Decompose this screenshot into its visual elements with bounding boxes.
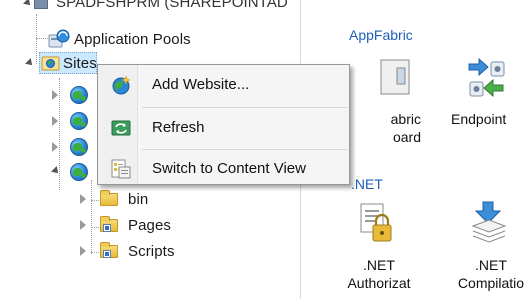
feature-label[interactable]: abric oard [357, 110, 421, 146]
website-icon [70, 86, 88, 104]
application-folder-icon [100, 216, 118, 232]
tree-item-sites[interactable]: Sites [24, 52, 102, 74]
appfabric-dashboard-icon [380, 59, 410, 95]
net-compilation-icon [471, 201, 507, 243]
tree-item-application-pools[interactable]: Application Pools [48, 28, 191, 50]
menu-item-refresh[interactable]: Refresh [100, 110, 347, 144]
expand-arrow-icon[interactable] [80, 220, 86, 230]
tree-item-label: bin [128, 190, 149, 208]
group-header-appfabric[interactable]: AppFabric [349, 27, 413, 43]
website-icon [70, 112, 88, 130]
add-website-icon [112, 75, 131, 95]
application-pools-icon [48, 29, 70, 48]
feature-label[interactable]: Endpoint [451, 110, 524, 128]
tree-item-server[interactable]: SPADFSHPRM (SHAREPOINTAD [23, 0, 288, 13]
tree-item-label: Sites [63, 54, 97, 72]
tree-guide-line [59, 78, 60, 190]
folder-icon [100, 190, 118, 206]
tree-guide-line [91, 180, 92, 254]
tree-item-label: SPADFSHPRM (SHAREPOINTAD [56, 0, 288, 11]
group-header-net[interactable]: .NET [351, 176, 383, 192]
website-icon [70, 138, 88, 156]
tree-guide-line [91, 227, 99, 228]
website-icon [70, 163, 88, 181]
content-view-icon [111, 159, 131, 179]
tree-item-label: Pages [128, 216, 172, 234]
menu-item-label: Refresh [152, 118, 205, 136]
collapse-arrow-icon[interactable] [25, 58, 35, 68]
context-menu: Add Website... Refresh Switch to Content… [97, 64, 350, 185]
server-icon [34, 0, 48, 9]
expand-arrow-icon[interactable] [52, 90, 58, 100]
tree-guide-line [36, 38, 48, 39]
sites-icon [41, 56, 60, 71]
net-authorization-icon [360, 203, 392, 242]
tree-guide-line [91, 200, 99, 201]
menu-item-label: Switch to Content View [152, 159, 306, 177]
collapse-arrow-icon[interactable] [23, 0, 33, 8]
refresh-icon [111, 120, 131, 136]
feature-label[interactable]: .NET Compilatio [451, 256, 524, 292]
tree-item-label: Application Pools [74, 30, 191, 48]
menu-item-add-website[interactable]: Add Website... [100, 67, 347, 101]
expand-arrow-icon[interactable] [52, 142, 58, 152]
expand-arrow-icon[interactable] [80, 194, 86, 204]
endpoints-icon [468, 57, 505, 98]
menu-item-label: Add Website... [152, 75, 250, 93]
menu-separator [142, 107, 347, 108]
tree-guide-line [91, 252, 99, 253]
expand-arrow-icon[interactable] [52, 116, 58, 126]
feature-label[interactable]: .NET Authorizat [339, 256, 419, 292]
menu-separator [142, 149, 347, 150]
expand-arrow-icon[interactable] [80, 246, 86, 256]
tree-item-label: Scripts [128, 242, 175, 260]
menu-item-switch-to-content-view[interactable]: Switch to Content View [100, 151, 347, 185]
application-folder-icon [100, 242, 118, 258]
